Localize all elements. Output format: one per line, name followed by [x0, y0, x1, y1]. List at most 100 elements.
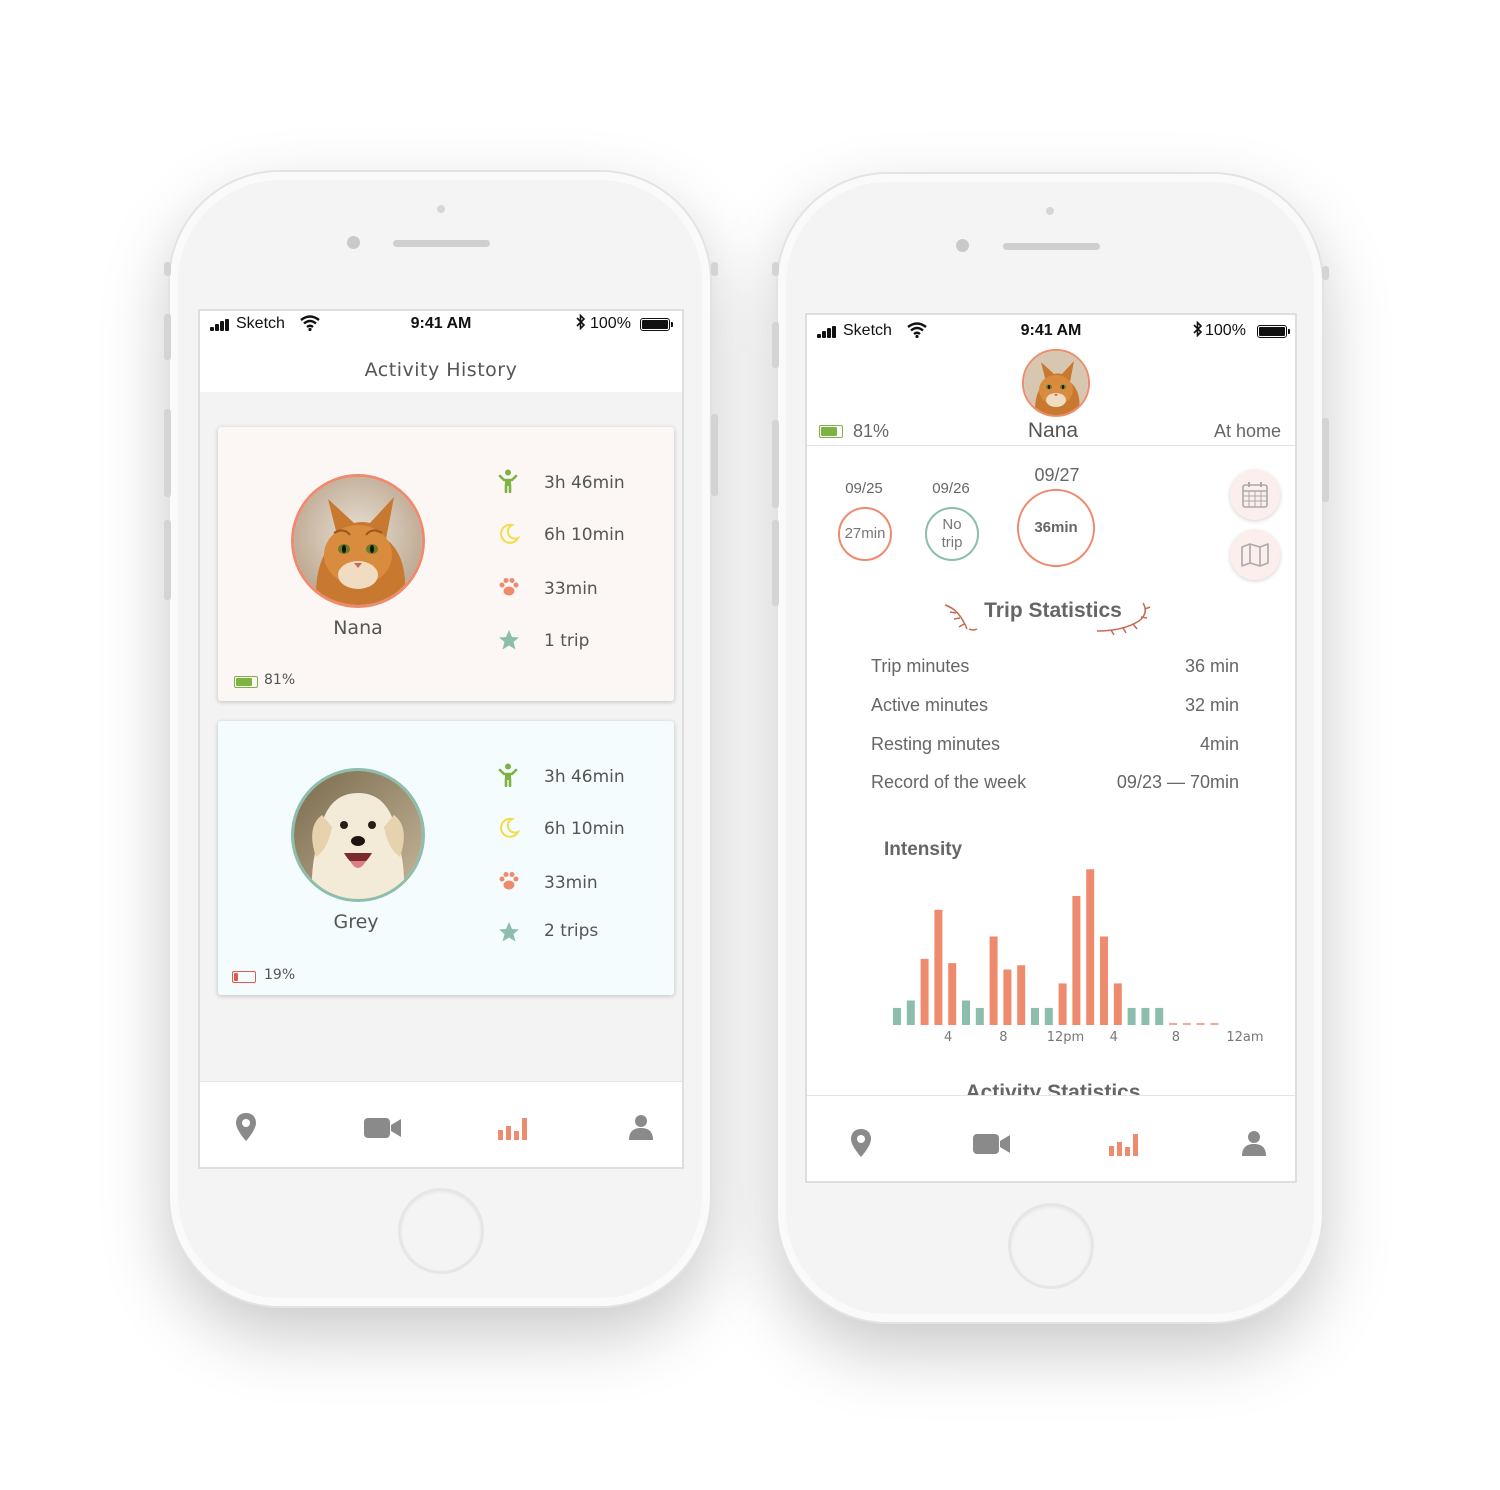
day-circle-0926[interactable]: No trip [925, 507, 979, 561]
tab-bar [807, 1095, 1295, 1181]
left-status-bar: Sketch 9:41 AM 100% [200, 311, 682, 339]
rest-time: 6h 10min [544, 525, 625, 545]
paw-icon [497, 577, 521, 601]
stat-label: Resting minutes [871, 734, 1001, 754]
video-camera-icon [973, 1134, 1010, 1154]
map-icon [1241, 543, 1269, 567]
day-circle-0927-selected[interactable]: 36min [1017, 489, 1095, 567]
rest-time: 6h 10min [544, 819, 625, 839]
stat-value: 09/23 — 70min [1116, 772, 1239, 792]
stat-value: 36 min [1184, 656, 1239, 676]
stat-label: Record of the week [871, 772, 1027, 792]
chart-tick-label: 4 [944, 1030, 952, 1045]
tab-activity[interactable] [498, 1114, 538, 1150]
battery-icon [1257, 325, 1290, 338]
day-label-selected: 09/27 [1034, 465, 1080, 485]
calendar-icon [1242, 482, 1268, 508]
battery-percent: 100% [590, 315, 631, 332]
right-phone-power-button [1322, 266, 1329, 280]
pet-card-grey[interactable]: Grey 3h 46min 6h 10min 33min 2 trips 19% [218, 721, 674, 995]
map-button[interactable] [1230, 530, 1280, 580]
chart-tick-label: 8 [999, 1030, 1007, 1045]
day-value-line2: trip [941, 534, 963, 551]
person-active-icon [496, 469, 520, 494]
right-phone-sensor [1046, 207, 1054, 215]
avatar-nana [291, 474, 425, 608]
chart-bar-7 [989, 936, 998, 1025]
trip-count: 2 trips [544, 921, 599, 941]
battery-percent: 81% [264, 672, 296, 688]
tab-profile[interactable] [628, 1114, 668, 1150]
right-status-bar: Sketch 9:41 AM 100% [807, 318, 1295, 346]
paw-icon [497, 871, 521, 895]
left-phone-power-button [711, 262, 718, 276]
tab-bar [200, 1081, 682, 1167]
chart-tick-label: 12pm [1047, 1030, 1084, 1045]
right-phone-home-button[interactable] [1008, 1203, 1094, 1289]
moon-icon [497, 817, 521, 841]
left-phone-volume-up [164, 314, 171, 360]
location-pin-icon [851, 1129, 871, 1157]
bar-chart-icon [1109, 1134, 1138, 1156]
chart-bar-9 [1017, 965, 1026, 1025]
laurel-right-icon [1093, 599, 1153, 644]
chart-bar-0 [893, 1007, 901, 1025]
active-time: 3h 46min [544, 473, 625, 493]
chart-bar-2 [920, 958, 929, 1025]
right-phone-front-camera [956, 239, 969, 252]
pet-avatar[interactable] [1022, 349, 1090, 417]
bar-chart-icon [498, 1118, 527, 1140]
trip-time: 33min [544, 873, 598, 893]
left-phone-home-button[interactable] [398, 1188, 484, 1274]
location-status: At home [1213, 421, 1281, 441]
chart-bar-6 [975, 1007, 984, 1025]
left-phone-front-camera [347, 236, 360, 249]
battery-percent: 19% [264, 967, 296, 983]
tab-video[interactable] [973, 1132, 1013, 1168]
tab-location[interactable] [849, 1128, 889, 1164]
day-value: 27min [844, 525, 886, 542]
right-phone-volume-up [772, 322, 779, 368]
bluetooth-icon [576, 313, 586, 334]
chart-tick-label: 12am [1226, 1030, 1263, 1045]
trip-count: 1 trip [544, 631, 590, 651]
battery-percent: 100% [1205, 322, 1246, 339]
stat-value: 4min [1199, 734, 1239, 754]
pet-name: Grey [333, 911, 379, 933]
right-phone-power-button-2 [1322, 418, 1329, 502]
star-icon [497, 921, 521, 945]
tab-video[interactable] [364, 1116, 404, 1152]
tab-location[interactable] [234, 1112, 274, 1148]
trip-time: 33min [544, 579, 598, 599]
star-icon [497, 629, 521, 653]
chart-tick-label: 4 [1110, 1030, 1118, 1045]
left-phone-sensor [437, 205, 445, 213]
chart-bar-10 [1031, 1007, 1039, 1025]
tab-profile[interactable] [1241, 1130, 1281, 1166]
battery-icon [234, 676, 258, 688]
moon-icon [497, 523, 521, 547]
chart-bar-18 [1141, 1007, 1150, 1025]
chart-bar-8 [1003, 969, 1012, 1025]
day-circle-0925[interactable]: 27min [838, 507, 892, 561]
avatar-grey [291, 768, 425, 902]
right-phone-mute-switch [772, 262, 779, 276]
user-icon [629, 1115, 653, 1140]
stat-label: Active minutes [871, 695, 989, 715]
location-pin-icon [236, 1113, 256, 1141]
calendar-button[interactable] [1230, 470, 1280, 520]
bluetooth-icon [1193, 320, 1203, 341]
chart-bar-17 [1127, 1007, 1136, 1025]
tab-activity[interactable] [1109, 1130, 1149, 1166]
page-title: Activity History [364, 359, 518, 381]
left-phone-side-button [164, 520, 171, 600]
left-screen: Sketch 9:41 AM 100% Activity History Nan… [198, 309, 684, 1169]
chart-bar-14 [1086, 869, 1095, 1025]
chart-bar-5 [962, 1000, 970, 1025]
video-camera-icon [364, 1118, 401, 1138]
active-time: 3h 46min [544, 767, 625, 787]
day-label: 09/26 [932, 480, 970, 497]
left-phone-power-button-2 [711, 414, 718, 496]
pet-card-nana[interactable]: Nana 3h 46min 6h 10min 33min 1 trip 81% [218, 427, 674, 701]
battery-icon [640, 318, 673, 331]
